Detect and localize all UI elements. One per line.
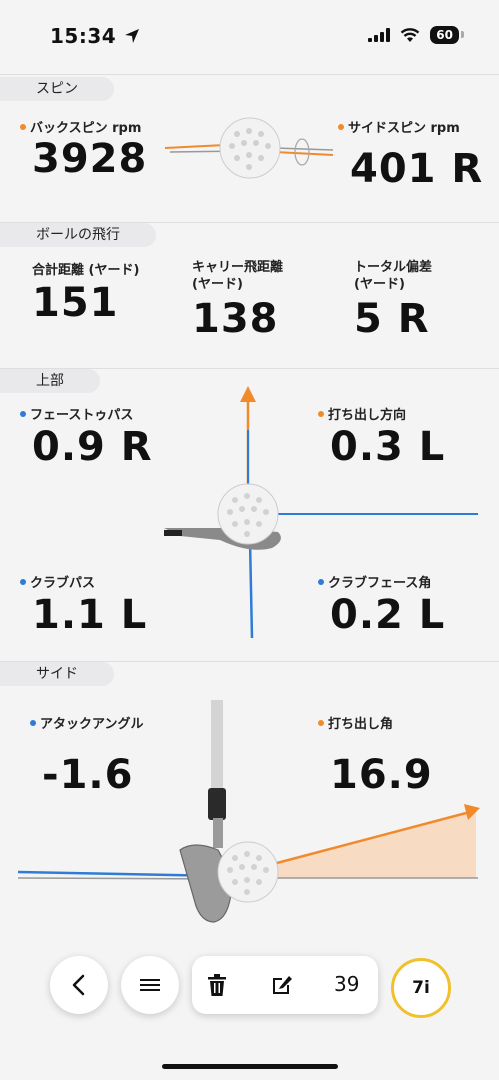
section-tag-flight: ボールの飛行	[0, 223, 156, 247]
orange-dot-icon	[318, 410, 324, 417]
section-tag-top: 上部	[0, 369, 100, 393]
club-path-value: 1.1 L	[32, 592, 148, 638]
launch-direction-label-text: 打ち出し方向	[328, 408, 407, 423]
carry-label-line1: キャリー飛距離	[192, 260, 284, 275]
club-selector-button[interactable]: 7i	[391, 958, 451, 1018]
carry-distance-label: キャリー飛距離 (ヤード)	[192, 259, 283, 293]
attack-angle-label: アタックアングル	[30, 713, 143, 732]
blue-dot-icon	[318, 578, 324, 585]
club-path-label: クラブパス	[20, 572, 95, 591]
battery-icon: 60	[430, 26, 464, 44]
back-button[interactable]	[50, 956, 108, 1014]
status-time: 15:34	[50, 24, 140, 48]
offline-label-line1: トータル偏差	[354, 260, 433, 275]
menu-icon	[140, 979, 160, 991]
wifi-icon	[400, 28, 420, 42]
blue-dot-icon	[20, 578, 26, 585]
menu-button[interactable]	[121, 956, 179, 1014]
sidespin-label: サイドスピン rpm	[338, 117, 460, 136]
face-to-path-label-text: フェーストゥパス	[30, 408, 134, 423]
face-angle-value: 0.2 L	[330, 592, 446, 638]
face-to-path-value: 0.9 R	[32, 424, 153, 470]
spin-ball-graphic	[165, 117, 334, 179]
face-angle-label-text: クラブフェース角	[328, 576, 432, 591]
shot-count[interactable]: 39	[334, 972, 359, 996]
home-indicator[interactable]	[162, 1064, 338, 1069]
location-arrow-icon	[124, 29, 139, 43]
side-view-graphic	[18, 700, 480, 923]
status-icons: 60	[368, 26, 464, 44]
total-distance-value: 151	[32, 280, 119, 326]
back-chevron-icon	[72, 974, 85, 996]
backspin-value: 3928	[32, 136, 148, 182]
orange-dot-icon	[20, 123, 26, 130]
orange-dot-icon	[318, 719, 324, 726]
backspin-label-text: バックスピン rpm	[30, 121, 142, 136]
sidespin-value: 401 R	[350, 146, 484, 192]
launch-direction-value: 0.3 L	[330, 424, 446, 470]
launch-angle-label: 打ち出し角	[318, 713, 393, 732]
delete-button[interactable]	[206, 973, 228, 1001]
battery-level: 60	[436, 28, 453, 42]
edit-icon	[273, 976, 292, 994]
sidespin-label-text: サイドスピン rpm	[348, 121, 460, 136]
attack-angle-value: -1.6	[42, 752, 134, 798]
launch-direction-label: 打ち出し方向	[318, 404, 406, 423]
orange-dot-icon	[338, 123, 344, 130]
edit-button[interactable]	[270, 973, 294, 1001]
carry-label-line2: (ヤード)	[192, 277, 243, 292]
attack-angle-label-text: アタックアングル	[40, 717, 144, 732]
offline-label-line2: (ヤード)	[354, 277, 405, 292]
face-angle-label: クラブフェース角	[318, 572, 431, 591]
section-tag-side: サイド	[0, 662, 114, 686]
blue-dot-icon	[20, 410, 26, 417]
signal-icon	[368, 28, 391, 42]
status-time-text: 15:34	[50, 24, 117, 48]
launch-angle-label-text: 打ち出し角	[328, 717, 394, 732]
section-tag-spin: スピン	[0, 77, 114, 101]
club-path-label-text: クラブパス	[30, 576, 96, 591]
backspin-label: バックスピン rpm	[20, 117, 141, 136]
total-distance-label: 合計距離 (ヤード)	[32, 263, 140, 278]
face-to-path-label: フェーストゥパス	[20, 404, 133, 423]
launch-angle-value: 16.9	[330, 752, 433, 798]
total-offline-label: トータル偏差 (ヤード)	[354, 259, 432, 293]
trash-icon	[208, 974, 226, 996]
shot-actions-bar: 39	[192, 956, 378, 1014]
divider	[0, 74, 499, 75]
total-offline-value: 5 R	[354, 296, 430, 342]
club-label: 7i	[412, 978, 430, 998]
carry-distance-value: 138	[192, 296, 279, 342]
blue-dot-icon	[30, 719, 36, 726]
